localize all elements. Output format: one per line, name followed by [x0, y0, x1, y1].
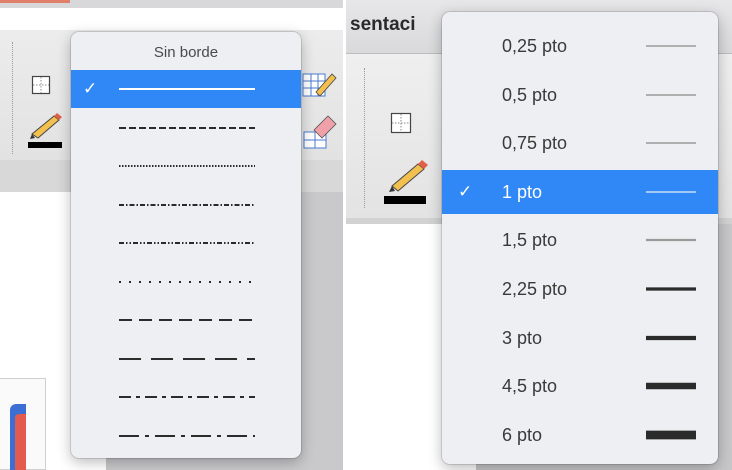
line-sample-dashed-short: [119, 126, 255, 129]
line-weight-label: 1 pto: [502, 181, 543, 202]
line-weight-sample: [646, 335, 696, 340]
line-weight-sample: [646, 191, 696, 193]
checkmark-icon: ✓: [458, 181, 473, 201]
line-weight-sample: [646, 239, 696, 242]
line-weight-label: 3 pto: [502, 327, 543, 348]
line-weight-screenshot: sentaci 0,25 pto 0,5 pto 0,75 pto ✓ 1 pto 1,5…: [346, 0, 732, 470]
line-sample-dotted-sparse: [119, 280, 255, 283]
border-style-option-dashed-medium[interactable]: [71, 301, 301, 339]
line-sample-dash-dot-medium: [119, 396, 255, 398]
border-grid-icon[interactable]: [28, 72, 54, 98]
line-weight-option[interactable]: 4,5 pto: [442, 364, 718, 408]
table-pencil-icon[interactable]: [302, 68, 338, 102]
line-weight-option[interactable]: 6 pto: [442, 413, 718, 457]
line-weight-option[interactable]: 1,5 pto: [442, 218, 718, 262]
line-sample-dashed-long: [119, 357, 255, 360]
line-weight-sample: [646, 287, 696, 291]
line-weight-option[interactable]: 0,25 pto: [442, 24, 718, 68]
line-weight-label: 0,25 pto: [502, 36, 568, 56]
no-border-option[interactable]: Sin borde: [71, 44, 301, 61]
line-weight-menu: 0,25 pto 0,5 pto 0,75 pto ✓ 1 pto 1,5 pto 2,25…: [442, 12, 718, 464]
top-strip: [0, 0, 343, 8]
line-weight-label: 0,75 pto: [502, 133, 568, 154]
line-sample-dashed-medium: [119, 319, 255, 321]
line-weight-sample: [646, 430, 696, 440]
line-weight-label: 2,25 pto: [502, 279, 568, 299]
border-style-menu: Sin borde ✓: [71, 32, 301, 458]
line-sample-dash-dot-fine: [119, 203, 255, 206]
line-weight-option[interactable]: 2,25 pto: [442, 267, 718, 311]
border-style-option-dashed-long[interactable]: [71, 340, 301, 378]
checkmark-icon: ✓: [83, 79, 98, 98]
border-style-screenshot: Sin borde ✓: [0, 0, 343, 470]
border-style-option-dash-dot-long[interactable]: [71, 417, 301, 455]
eraser-icon[interactable]: [302, 110, 338, 150]
border-style-option-dash-dot-dot-fine[interactable]: [71, 224, 301, 262]
line-sample-dash-dot-dot-fine: [119, 242, 255, 244]
line-weight-sample: [646, 93, 696, 96]
line-weight-sample: [646, 142, 696, 144]
border-style-option-dash-dot-fine[interactable]: [71, 186, 301, 224]
window-title: sentaci: [350, 14, 416, 35]
border-style-option-dotted-fine[interactable]: [71, 147, 301, 185]
border-style-option-dash-dot-medium[interactable]: [71, 378, 301, 416]
border-style-option-dashed-short[interactable]: [71, 109, 301, 147]
slide-thumbnail: [10, 404, 26, 470]
line-weight-label: 6 pto: [502, 424, 543, 445]
border-grid-icon[interactable]: [386, 108, 416, 138]
pen-color-icon[interactable]: [382, 156, 432, 208]
line-weight-option[interactable]: 3 pto: [442, 316, 718, 360]
line-weight-sample: [646, 382, 696, 390]
line-sample-dotted-fine: [119, 165, 255, 167]
line-sample-dash-dot-long: [119, 434, 255, 437]
line-weight-option[interactable]: 0,75 pto: [442, 121, 718, 165]
border-style-option-dotted-sparse[interactable]: [71, 263, 301, 301]
line-weight-label: 0,5 pto: [502, 84, 558, 105]
pen-color-icon[interactable]: [26, 108, 66, 152]
line-weight-label: 1,5 pto: [502, 230, 558, 251]
line-weight-label: 4,5 pto: [502, 376, 558, 397]
line-weight-option[interactable]: 0,5 pto: [442, 73, 718, 117]
line-sample-solid: [119, 88, 255, 90]
line-weight-option[interactable]: ✓ 1 pto: [442, 169, 718, 214]
border-style-option-solid[interactable]: ✓: [71, 70, 301, 108]
line-weight-sample: [646, 45, 696, 47]
